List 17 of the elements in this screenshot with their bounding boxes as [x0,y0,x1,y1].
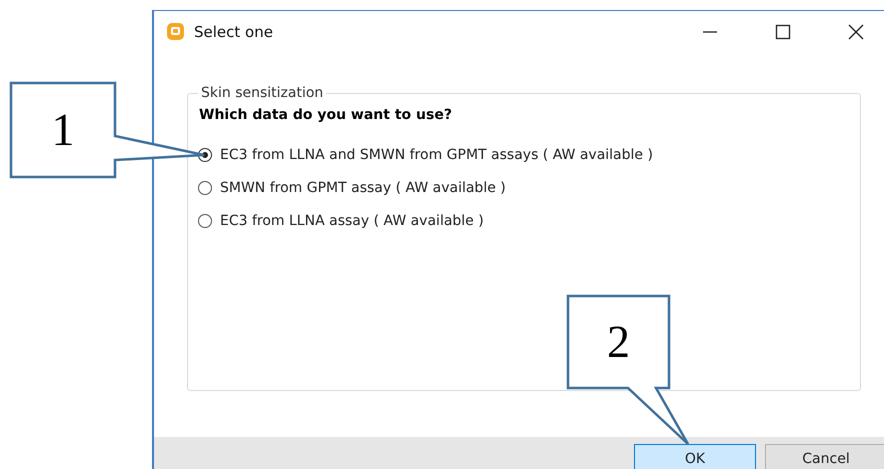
cancel-button[interactable]: Cancel [765,444,884,469]
callout-number: 1 [52,107,74,153]
maximize-icon[interactable] [775,24,791,40]
question-text: Which data do you want to use? [199,107,453,123]
option-label: EC3 from LLNA and SMWN from GPMT assays ( AW available ) [220,147,653,163]
app-icon [166,22,186,42]
window-title: Select one [194,23,273,41]
option-label: EC3 from LLNA assay ( AW available ) [220,213,484,229]
radio-button[interactable] [198,181,212,195]
option-label: SMWN from GPMT assay ( AW available ) [220,180,506,196]
close-icon[interactable] [848,24,864,40]
radio-option[interactable]: EC3 from LLNA assay ( AW available ) [198,204,860,238]
radio-button[interactable] [198,214,212,228]
callout-number: 2 [607,319,630,365]
radio-option[interactable]: SMWN from GPMT assay ( AW available ) [198,171,860,205]
ok-button[interactable]: OK [634,444,756,469]
group-title: Skin sensitization [200,85,324,101]
